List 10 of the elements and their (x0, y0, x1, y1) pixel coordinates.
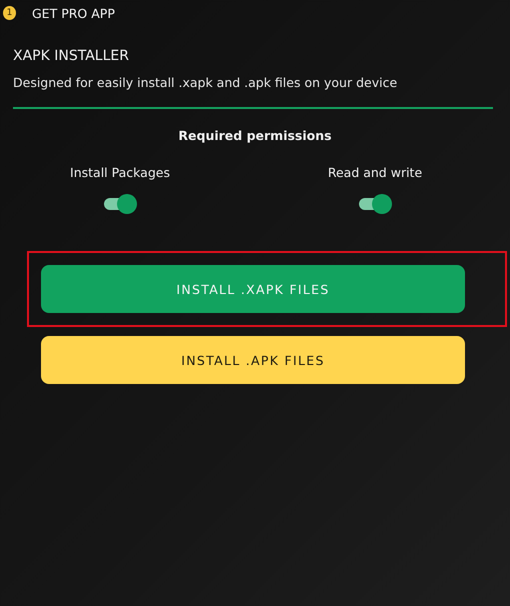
section-heading: Required permissions (177, 128, 333, 143)
description: Designed for easily install .xapk and .apk files on your device (13, 75, 398, 90)
toggle-switch[interactable] (103, 193, 137, 215)
get-pro-link[interactable]: GET PRO APP (32, 6, 115, 20)
app-title: XAPK INSTALLER (13, 48, 130, 64)
permission-label: Read and write (328, 165, 422, 180)
coin-icon: 1 (3, 6, 16, 20)
permission-label: Install Packages (70, 165, 170, 180)
toggle-switch[interactable] (358, 193, 392, 215)
install-button[interactable]: INSTALL .APK FILES (41, 336, 465, 384)
